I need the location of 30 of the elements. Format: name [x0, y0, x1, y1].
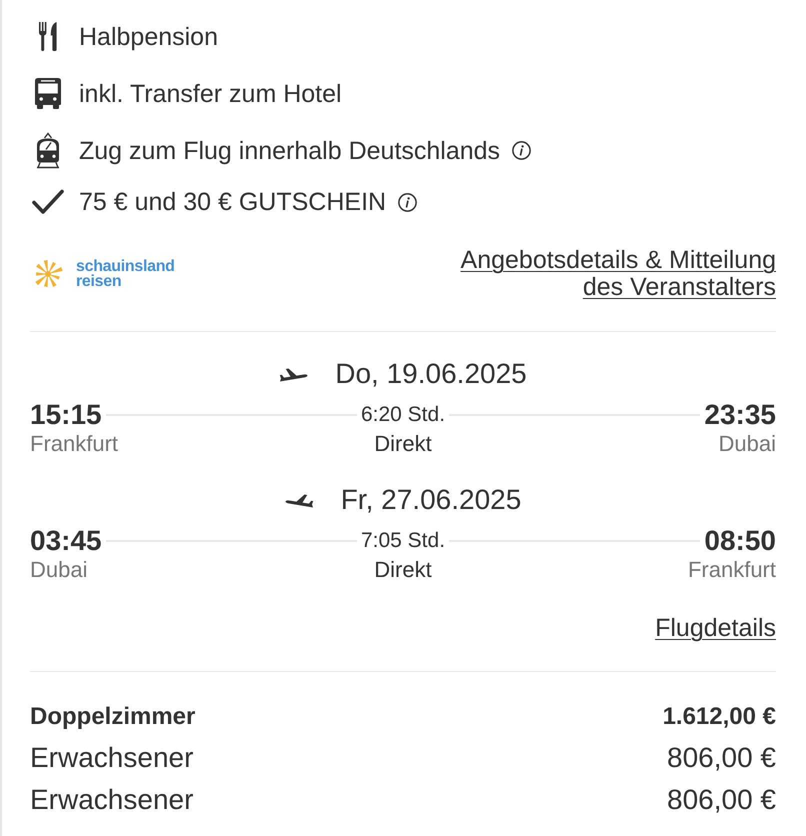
logo-text: schauinsland — [76, 259, 175, 274]
departure-city: Frankfurt — [30, 431, 118, 457]
price-label: Erwachsener — [30, 741, 194, 775]
arrival-city: Dubai — [718, 431, 776, 457]
amenity-label: Halbpension — [79, 22, 218, 52]
airplane-icon — [279, 366, 308, 382]
logo-text: reisen — [76, 274, 122, 289]
flight-details-link[interactable]: Flugdetails — [655, 613, 776, 643]
airplane-icon — [284, 492, 314, 508]
stops-label: Direkt — [374, 431, 432, 457]
flight-date: Do, 19.06.2025 — [335, 357, 527, 391]
train-icon — [35, 132, 61, 169]
price-amount: 806,00 € — [667, 783, 776, 817]
amenity-label: inkl. Transfer zum Hotel — [79, 78, 342, 108]
flight-date: Fr, 27.06.2025 — [340, 483, 522, 517]
stops-label: Direkt — [374, 557, 432, 583]
price-amount: 1.612,00 € — [662, 702, 776, 732]
price-label: Erwachsener — [30, 783, 194, 817]
offer-details-link[interactable]: Angebotsdetails & Mitteilung des Veranstalters — [436, 247, 776, 301]
bus-icon — [35, 78, 61, 110]
amenity-label: 75 € und 30 € GUTSCHEIN — [79, 187, 386, 217]
price-amount: 806,00 € — [667, 741, 776, 775]
fork-and-knife-icon — [38, 22, 58, 51]
info-icon[interactable] — [398, 192, 418, 212]
info-icon[interactable] — [512, 141, 532, 160]
departure-city: Dubai — [30, 557, 88, 583]
amenity-label: Zug zum Flug innerhalb Deutschlands — [79, 136, 500, 166]
arrival-city: Frankfurt — [688, 557, 776, 583]
price-label: Doppelzimmer — [30, 702, 196, 732]
checkmark-icon — [32, 189, 64, 215]
